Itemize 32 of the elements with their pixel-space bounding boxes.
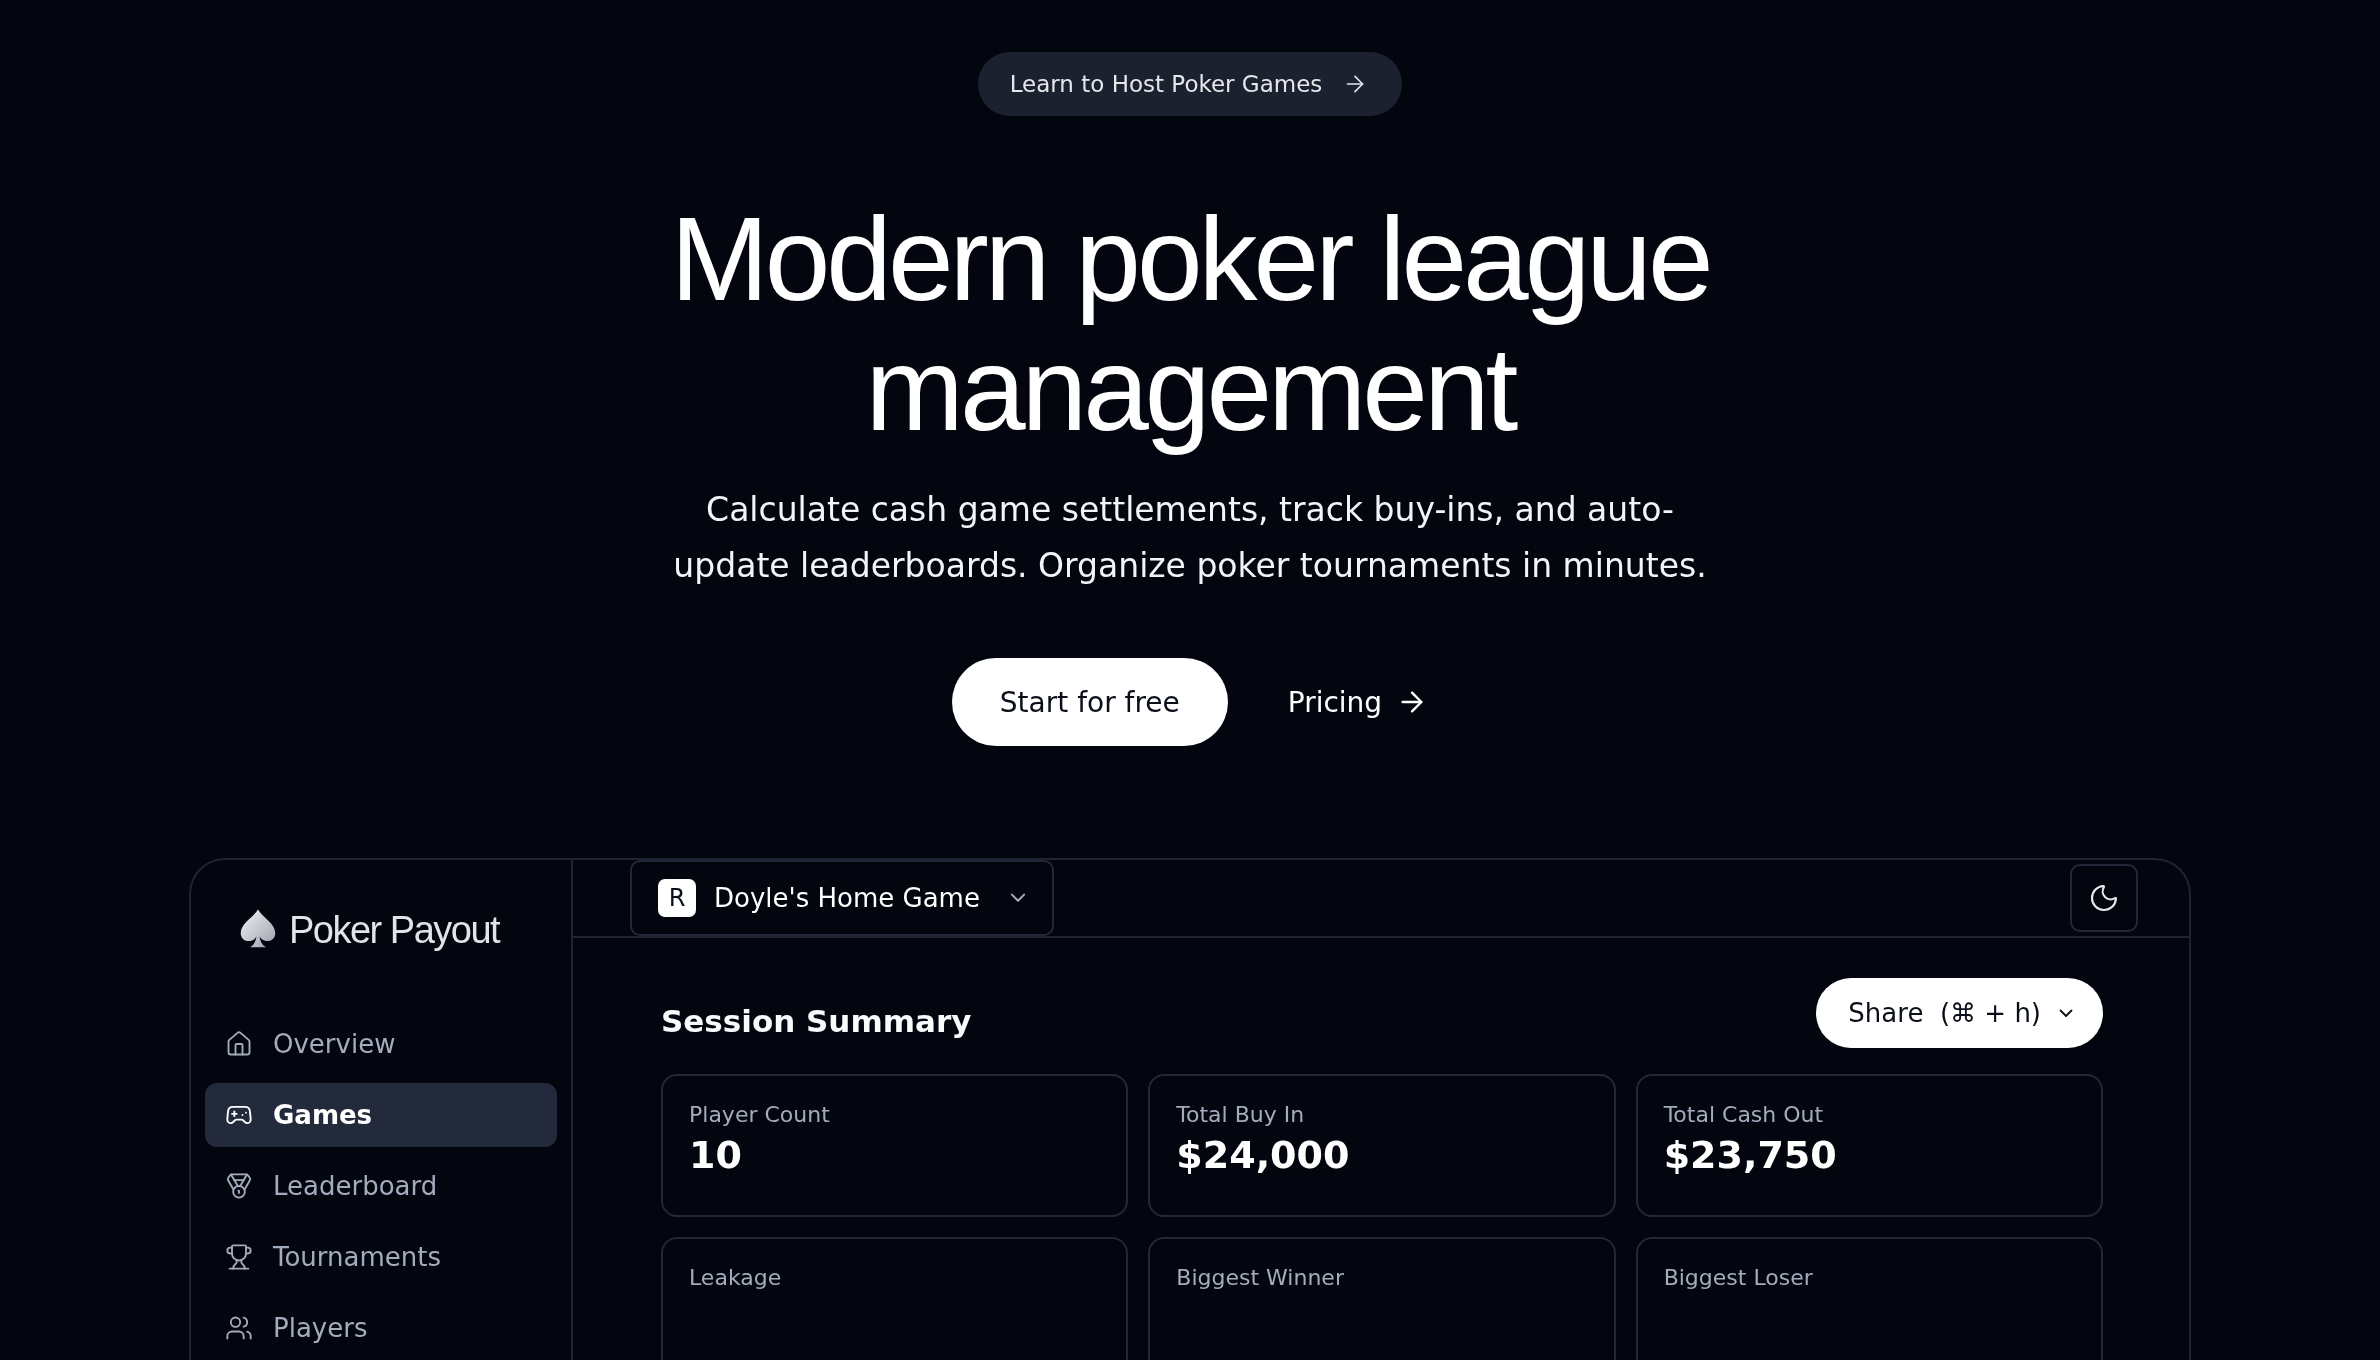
stat-label: Total Cash Out [1663,1102,1825,1127]
stat-value: $24,000 [1176,1133,1351,1177]
workspace-avatar: R [658,879,696,917]
hero-subtitle: Calculate cash game settlements, track buy-ins, and auto-update leaderboards. Organize poker tournaments in minutes. [672,489,1708,587]
pricing-link[interactable]: Pricing [1287,685,1429,719]
moon-icon [2088,882,2120,914]
sidebar-item[interactable]: Games [205,1083,557,1147]
chevron-down-icon [1009,893,1026,903]
hero-heading: Modern poker league management [670,194,1710,454]
sidebar-item[interactable]: Overview [205,1012,557,1076]
trophy-icon [225,1243,253,1271]
stat-label: Player Count [689,1102,831,1127]
medal-icon [225,1172,253,1200]
announcement-link[interactable]: Learn to Host Poker Games [977,52,1403,116]
stat-value: 10 [689,1133,743,1177]
brand-name: Poker Payout [289,908,500,952]
theme-toggle-button[interactable] [2070,864,2138,932]
workspace-dropdown[interactable]: R Doyle's Home Game [630,860,1054,936]
stat-value: $23,750 [1663,1133,1838,1177]
sidebar-item[interactable]: Tournaments [205,1225,557,1289]
stat-label: Total Buy In [1176,1102,1306,1127]
stat-label: Biggest Loser [1663,1265,1814,1290]
section-title: Session Summary [661,1003,972,1039]
sidebar-item[interactable]: Leaderboard [205,1154,557,1218]
users-icon [225,1314,253,1342]
start-button[interactable]: Start for free [951,658,1228,746]
stat-label: Biggest Winner [1176,1265,1345,1290]
stat-label: Leakage [689,1265,783,1290]
chevron-down-icon [2059,1008,2073,1018]
share-button[interactable]: Share (⌘ + h) [1816,978,2103,1048]
house-icon [225,1030,253,1058]
sidebar-item[interactable]: Players [205,1296,557,1360]
